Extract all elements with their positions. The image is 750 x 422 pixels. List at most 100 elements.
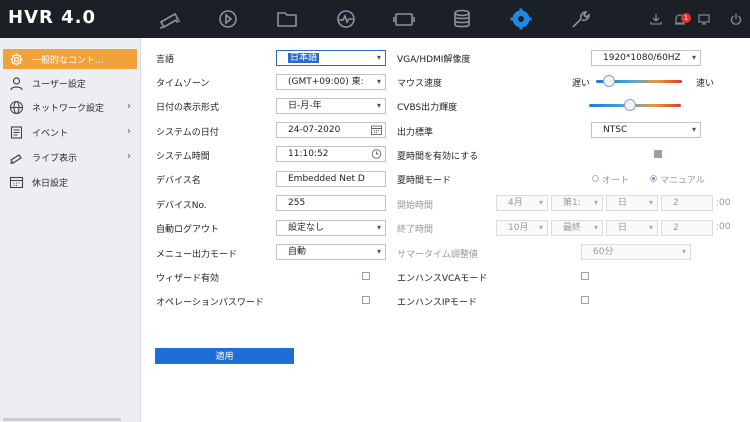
chevron-down-icon: ▾ (648, 198, 653, 207)
dst-mode-auto-label: オート (602, 176, 630, 186)
timezone-select[interactable]: (GMT+09:00) 東: ▾ (276, 74, 386, 90)
auto-logout-select[interactable]: 設定なし ▾ (276, 220, 386, 236)
sidebar-item-general[interactable]: 一般的なコント... (3, 49, 137, 69)
mouse-speed-slow-label: 遅い (572, 79, 591, 89)
chevron-down-icon: ▾ (691, 125, 696, 134)
power-icon[interactable] (729, 12, 745, 28)
auto-logout-label: 自動ログアウト (156, 225, 220, 235)
dst-mode-manual-radio[interactable] (650, 175, 657, 182)
dst-start-hour-input[interactable]: 2 (661, 195, 713, 211)
output-standard-select[interactable]: NTSC ▾ (591, 122, 701, 138)
sidebar-scrollbar[interactable] (3, 418, 121, 421)
clock-icon[interactable] (371, 149, 382, 159)
sidebar-item-holiday[interactable]: 休日設定 (3, 172, 137, 192)
dst-end-day-select[interactable]: 日 ▾ (606, 220, 658, 236)
operation-password-label: オペレーションパスワード (156, 298, 264, 308)
camera-management-icon[interactable] (390, 7, 418, 31)
chevron-right-icon: › (127, 126, 131, 137)
chevron-down-icon: ▾ (593, 223, 598, 232)
menu-output-mode-label: メニュー出力モード (156, 250, 238, 260)
user-icon (7, 75, 25, 91)
dst-enable-label: 夏時間を有効にする (397, 152, 479, 162)
language-select[interactable]: 日本語 ▾ (276, 50, 386, 66)
timezone-label: タイムゾーン (156, 79, 210, 89)
mouse-speed-slider-handle[interactable] (602, 75, 615, 87)
sidebar-item-label: 一般的なコント... (32, 55, 104, 66)
chevron-down-icon: ▾ (681, 247, 686, 256)
dst-mode-label: 夏時間モード (397, 176, 452, 186)
dst-start-month-select[interactable]: 4月 ▾ (496, 195, 548, 211)
language-label: 言語 (156, 55, 175, 65)
system-time-label: システム時間 (156, 152, 210, 162)
notification-badge: 1 (681, 13, 691, 23)
sidebar-item-network[interactable]: ネットワーク設定 › (3, 97, 137, 117)
live-view-camera-icon[interactable] (156, 7, 184, 31)
device-no-input[interactable]: 255 (276, 195, 386, 211)
maintenance-wrench-icon[interactable] (566, 7, 594, 31)
smart-analysis-icon[interactable] (332, 7, 360, 31)
device-name-label: デバイス名 (156, 176, 201, 186)
device-name-input[interactable]: Embedded Net D (276, 171, 386, 187)
storage-icon[interactable] (448, 7, 476, 31)
general-settings-panel (141, 38, 750, 422)
wizard-enable-label: ウィザード有効 (156, 274, 220, 284)
sidebar-item-label: イベント (32, 128, 69, 139)
cvbs-brightness-label: CVBS出力輝度 (397, 103, 458, 113)
globe-icon (7, 99, 25, 115)
live-view-icon (7, 149, 25, 165)
apply-button[interactable]: 適用 (155, 348, 294, 364)
menu-output-mode-select[interactable]: 自動 ▾ (276, 244, 386, 260)
dst-end-hour-input[interactable]: 2 (661, 220, 713, 236)
system-date-field[interactable]: 24-07-2020 (276, 122, 386, 138)
chevron-down-icon: ▾ (691, 53, 696, 62)
chevron-down-icon: ▾ (376, 101, 381, 110)
chevron-down-icon: ▾ (376, 247, 381, 256)
system-date-label: システムの日付 (156, 128, 219, 138)
sidebar-item-live-view[interactable]: ライブ表示 › (3, 147, 137, 167)
date-format-select[interactable]: 日-月-年 ▾ (276, 98, 386, 114)
dst-enable-checkbox[interactable] (654, 150, 662, 158)
sidebar-item-label: ライブ表示 (32, 153, 78, 164)
dst-end-month-select[interactable]: 10月 ▾ (496, 220, 548, 236)
configuration-gear-icon[interactable] (507, 7, 535, 31)
mouse-speed-fast-label: 速い (696, 79, 715, 89)
dst-mode-auto-radio[interactable] (592, 175, 599, 182)
download-icon[interactable] (649, 12, 665, 28)
chevron-down-icon: ▾ (593, 198, 598, 207)
chevron-right-icon: › (127, 101, 131, 112)
sidebar-item-user[interactable]: ユーザー設定 (3, 73, 137, 93)
enhanced-vca-checkbox[interactable] (581, 272, 589, 280)
chevron-down-icon: ▾ (376, 53, 381, 62)
calendar-icon[interactable] (371, 125, 382, 135)
wizard-enable-checkbox[interactable] (362, 272, 370, 280)
sidebar-item-label: ユーザー設定 (32, 79, 86, 90)
chevron-down-icon: ▾ (538, 198, 543, 207)
sidebar-item-label: ネットワーク設定 (32, 103, 105, 114)
chevron-down-icon: ▾ (648, 223, 653, 232)
dst-end-minute-suffix: :00 (716, 222, 731, 232)
dst-bias-select[interactable]: 60分 ▾ (581, 244, 691, 260)
operation-password-checkbox[interactable] (362, 296, 370, 304)
sidebar-item-label: 休日設定 (32, 178, 69, 189)
gear-icon (7, 51, 25, 67)
app-logo: HVR 4.0 (8, 7, 97, 28)
vga-resolution-select[interactable]: 1920*1080/60HZ ▾ (591, 50, 701, 66)
dst-start-week-select[interactable]: 第1: ▾ (551, 195, 603, 211)
dst-start-day-select[interactable]: 日 ▾ (606, 195, 658, 211)
enhanced-ip-checkbox[interactable] (581, 296, 589, 304)
playback-icon[interactable] (214, 7, 242, 31)
sidebar: 一般的なコント... ユーザー設定 ネットワーク設定 › イベント › ライブ表… (0, 38, 141, 422)
system-time-field[interactable]: 11:10:52 (276, 146, 386, 162)
mouse-speed-label: マウス速度 (397, 79, 443, 89)
chevron-down-icon: ▾ (376, 223, 381, 232)
file-folder-icon[interactable] (273, 7, 301, 31)
calendar-icon (7, 174, 25, 190)
output-standard-label: 出力標準 (397, 128, 434, 138)
enhanced-ip-label: エンハンスIPモード (397, 298, 477, 308)
dst-bias-label: サマータイム調整値 (397, 250, 478, 260)
enhanced-vca-label: エンハンスVCAモード (397, 274, 488, 284)
lock-screen-icon[interactable] (697, 12, 713, 28)
dst-end-week-select[interactable]: 最終 ▾ (551, 220, 603, 236)
vga-resolution-label: VGA/HDMI解像度 (397, 55, 471, 65)
sidebar-item-event[interactable]: イベント › (3, 122, 137, 142)
